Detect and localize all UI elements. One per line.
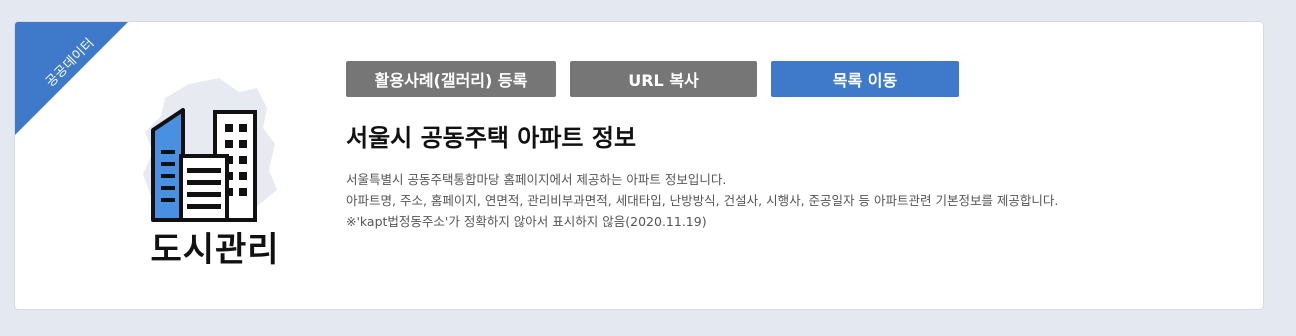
city-buildings-icon xyxy=(143,78,277,222)
dataset-title: 서울시 공동주택 아파트 정보 xyxy=(346,124,637,152)
description-line: ※'kapt법정동주소'가 정확하지 않아서 표시하지 않음(2020.11.1… xyxy=(346,214,707,229)
public-data-ribbon xyxy=(15,22,128,135)
dataset-card: 공공데이터 도시관리 활용사례(갤러리) 등록 URL 복사 목록 이동 서울시… xyxy=(14,21,1264,310)
dataset-description: 서울특별시 공동주택통합마당 홈페이지에서 제공하는 아파트 정보입니다. 아파… xyxy=(346,169,1226,232)
description-line: 서울특별시 공동주택통합마당 홈페이지에서 제공하는 아파트 정보입니다. xyxy=(346,172,727,187)
copy-url-button[interactable]: URL 복사 xyxy=(570,61,757,97)
description-line: 아파트명, 주소, 홈페이지, 연면적, 관리비부과면적, 세대타입, 난방방식… xyxy=(346,193,1059,208)
register-gallery-button[interactable]: 활용사례(갤러리) 등록 xyxy=(346,61,556,97)
go-to-list-button[interactable]: 목록 이동 xyxy=(771,61,959,97)
category-label: 도시관리 xyxy=(150,230,280,270)
